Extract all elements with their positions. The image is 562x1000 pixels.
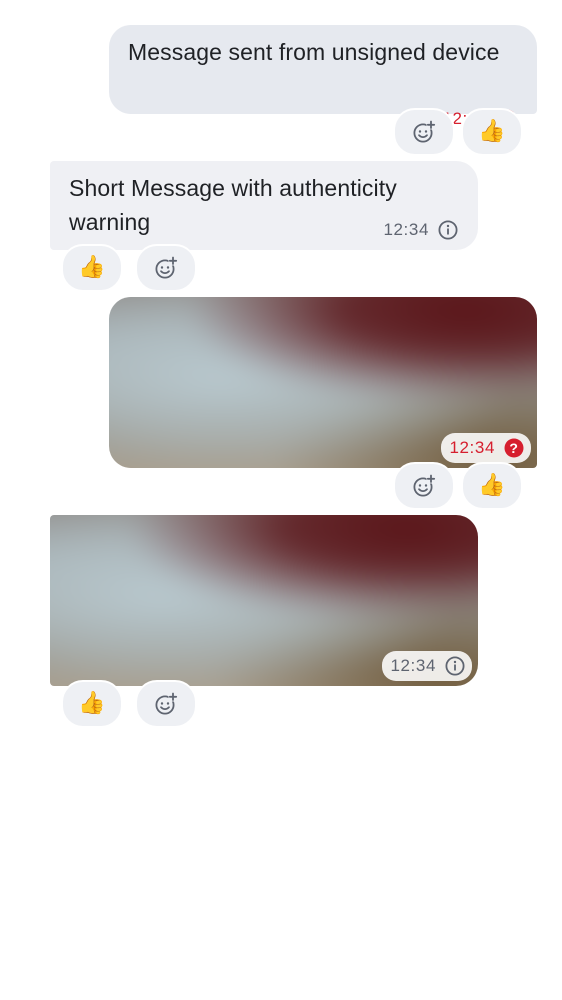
message-bubble-incoming[interactable]: Short Message with authenticity warning … bbox=[50, 161, 478, 250]
add-reaction-button[interactable] bbox=[135, 244, 197, 292]
info-icon[interactable] bbox=[438, 220, 458, 240]
reaction-thumbs-up[interactable]: 👍 bbox=[61, 680, 123, 728]
reaction-thumbs-up[interactable]: 👍 bbox=[461, 108, 523, 156]
thumbs-up-icon: 👍 bbox=[478, 473, 506, 498]
add-reaction-icon bbox=[155, 692, 178, 715]
add-reaction-icon bbox=[413, 474, 436, 497]
add-reaction-icon bbox=[413, 120, 436, 143]
info-icon[interactable] bbox=[445, 656, 465, 676]
image-message-outgoing[interactable]: 12:34 ? bbox=[109, 297, 537, 468]
reaction-thumbs-up[interactable]: 👍 bbox=[461, 462, 523, 510]
svg-text:?: ? bbox=[509, 440, 518, 456]
message-timestamp: 12:34 bbox=[390, 656, 436, 675]
thumbs-up-icon: 👍 bbox=[478, 119, 506, 144]
message-timestamp: 12:34 bbox=[449, 438, 495, 457]
question-icon[interactable]: ? bbox=[504, 438, 524, 458]
message-meta: 12:34 bbox=[382, 651, 472, 681]
thumbs-up-icon: 👍 bbox=[78, 691, 106, 716]
message-meta: 12:34 ? bbox=[441, 433, 531, 463]
message-text: Message sent from unsigned device bbox=[128, 39, 500, 65]
message-timeline: Message sent from unsigned device 12:34 … bbox=[0, 0, 562, 1000]
thumbs-up-icon: 👍 bbox=[78, 255, 106, 280]
add-reaction-button[interactable] bbox=[393, 108, 455, 156]
message-timestamp: 12:34 bbox=[383, 220, 429, 239]
message-meta: 12:34 bbox=[383, 219, 458, 241]
add-reaction-icon bbox=[155, 256, 178, 279]
image-message-incoming[interactable]: 12:34 bbox=[50, 515, 478, 686]
add-reaction-button[interactable] bbox=[135, 680, 197, 728]
reaction-thumbs-up[interactable]: 👍 bbox=[61, 244, 123, 292]
add-reaction-button[interactable] bbox=[393, 462, 455, 510]
message-bubble-outgoing[interactable]: Message sent from unsigned device 12:34 … bbox=[109, 25, 537, 129]
